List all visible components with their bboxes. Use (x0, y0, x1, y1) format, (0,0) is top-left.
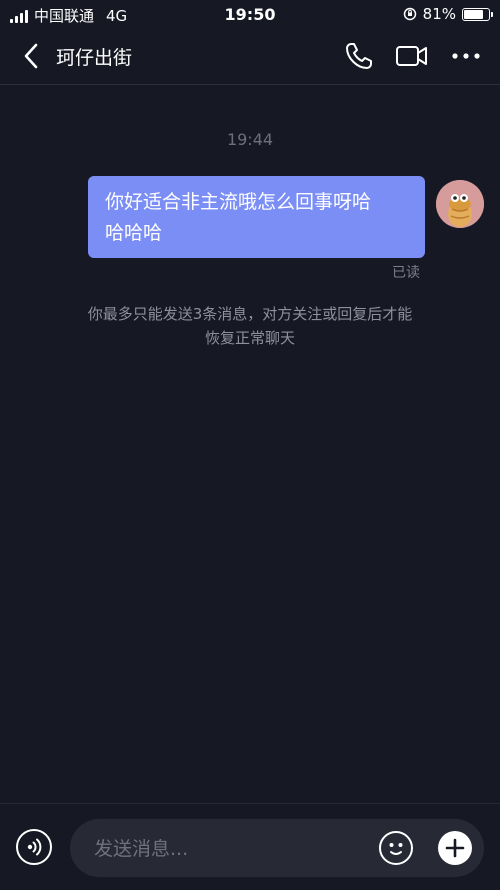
more-icon[interactable] (450, 41, 482, 71)
message-timestamp: 19:44 (226, 130, 274, 149)
page-title: 珂仔出街 (56, 47, 133, 69)
avatar[interactable] (436, 180, 484, 228)
voice-button[interactable] (16, 829, 52, 865)
orientation-lock-icon (403, 7, 416, 21)
avatar-image (436, 180, 484, 228)
message-text-line2: 哈哈哈 (105, 222, 163, 244)
voice-icon (27, 838, 42, 856)
battery-icon (462, 7, 493, 21)
emoji-button[interactable] (379, 831, 413, 865)
back-arrow-icon[interactable] (22, 42, 42, 70)
plus-icon (445, 838, 465, 858)
notice-line1: 你最多只能发送3条消息，对方关注或回复后才能 (87, 305, 413, 323)
nav-bar: 珂仔出街 (0, 30, 500, 85)
battery-percent: 81% (422, 5, 456, 23)
status-bar: 中国联通 4G 19:50 81% (0, 0, 500, 30)
message-input[interactable] (92, 819, 356, 879)
message-bubble[interactable]: 你好适合非主流哦怎么回事呀哈 哈哈哈 (88, 176, 425, 258)
add-attachment-button[interactable] (438, 831, 472, 865)
input-bar (0, 803, 500, 890)
message-input-container (70, 819, 484, 879)
read-status: 已读 (392, 265, 420, 281)
video-camera-icon[interactable] (395, 41, 429, 71)
phone-icon[interactable] (344, 41, 374, 71)
status-right: 81% (403, 5, 493, 23)
emoji-icon (389, 843, 403, 855)
message-text-line1: 你好适合非主流哦怎么回事呀哈 (105, 191, 372, 213)
notice-line2: 恢复正常聊天 (204, 329, 295, 347)
system-notice: 你最多只能发送3条消息，对方关注或回复后才能 恢复正常聊天 (60, 302, 440, 350)
